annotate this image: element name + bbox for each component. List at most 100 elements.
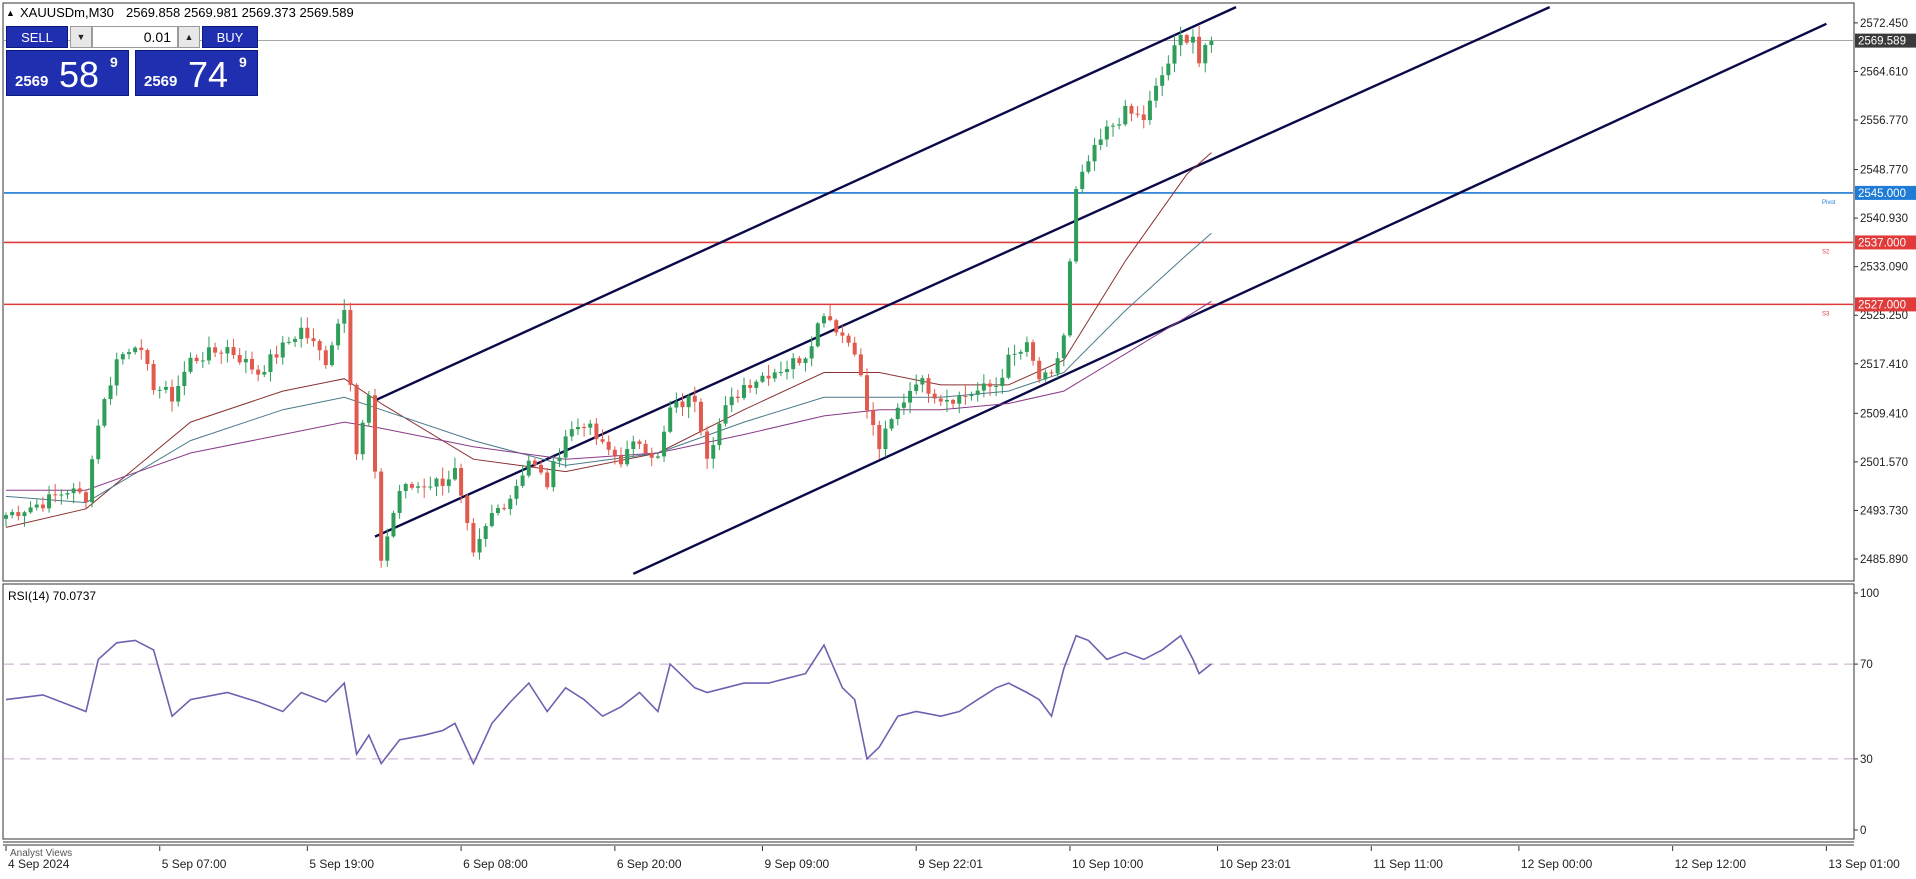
candle-body: [649, 453, 654, 458]
candle-body: [772, 372, 777, 379]
rsi-tick-label: 30: [1860, 754, 1873, 766]
candle-body: [1154, 85, 1159, 101]
price-tick-label: 2509.410: [1860, 408, 1908, 420]
candle-body: [1117, 124, 1122, 126]
candle-body: [16, 512, 21, 517]
candle-body: [188, 357, 193, 372]
candle-body: [96, 425, 101, 460]
candle-body: [975, 390, 980, 395]
candle-body: [846, 335, 851, 343]
trading-chart[interactable]: Pivot S2 S3 2572.450 2564.610 2556.770 2548.7…: [0, 0, 1916, 874]
level-tag-1: S2: [1822, 249, 1830, 255]
candle-body: [1049, 372, 1054, 374]
candle-body: [403, 484, 408, 492]
candle-body: [582, 426, 587, 428]
candle-body: [563, 436, 568, 458]
chart-canvas[interactable]: Pivot S2 S3 2572.450 2564.610 2556.770 2548.7…: [0, 0, 1916, 874]
footer-label: Analyst Views: [10, 848, 72, 859]
price-tick-label: 2540.930: [1860, 213, 1908, 225]
candle-body: [723, 405, 728, 424]
candle-body: [256, 369, 261, 375]
candle-body: [446, 479, 451, 486]
candle-body: [994, 385, 999, 387]
time-tick-label: 9 Sep 09:00: [764, 857, 829, 871]
candle-body: [452, 467, 457, 480]
candle: [329, 341, 334, 367]
candle-body: [981, 383, 986, 391]
candle-body: [194, 357, 199, 362]
candle-body: [625, 449, 630, 465]
candle-body: [268, 354, 273, 373]
candle: [151, 360, 156, 395]
level-price-label-1: 2537.000: [1858, 237, 1906, 249]
candle-body: [102, 399, 107, 426]
candle-body: [1043, 372, 1048, 380]
candle-body: [686, 395, 691, 408]
candle-body: [77, 488, 82, 493]
sell-price-big: 58: [59, 54, 100, 95]
candle-body: [778, 372, 783, 374]
rsi-title: RSI(14) 70.0737: [8, 589, 96, 603]
rsi-tick-label: 100: [1860, 588, 1879, 600]
candle-body: [1147, 100, 1152, 121]
candle-body: [502, 508, 507, 510]
candle-body: [1080, 171, 1085, 189]
buy-price-button[interactable]: 2569 74 9: [135, 50, 258, 96]
candle-body: [717, 423, 722, 446]
current-price-label: 2569.589: [1858, 36, 1906, 48]
ohlc-label: 2569.858 2569.981 2569.373 2569.589: [126, 5, 354, 20]
candle-body: [797, 358, 802, 364]
candle-body: [348, 309, 353, 385]
candle-body: [1166, 63, 1171, 76]
candle-body: [1061, 335, 1066, 359]
candle-body: [354, 384, 359, 455]
volume-up-icon[interactable]: ▲: [178, 26, 200, 48]
candle: [379, 468, 384, 568]
candle-body: [83, 492, 88, 503]
candle: [551, 455, 556, 492]
candle-body: [176, 386, 181, 402]
candle-body: [988, 383, 992, 387]
candle-body: [10, 512, 15, 516]
candle: [102, 397, 107, 428]
candle-body: [262, 372, 267, 375]
candle-body: [1098, 139, 1103, 145]
candle-body: [28, 507, 33, 513]
candle-body: [883, 428, 888, 450]
candle-body: [508, 498, 513, 510]
candle-body: [90, 459, 95, 503]
candle-body: [213, 347, 218, 353]
candle-body: [317, 341, 322, 351]
candle-body: [182, 371, 187, 387]
sell-button[interactable]: SELL: [6, 26, 68, 48]
level-price-label-2: 2527.000: [1858, 299, 1906, 311]
candle-body: [926, 378, 931, 394]
candle-body: [619, 455, 623, 465]
candle-body: [243, 358, 248, 363]
candle-body: [606, 441, 611, 450]
sell-price-button[interactable]: 2569 58 9: [6, 50, 129, 96]
candle: [698, 398, 703, 436]
candle-body: [1067, 261, 1072, 336]
candle-body: [871, 410, 876, 426]
candle-body: [428, 486, 433, 488]
candle-body: [735, 396, 740, 398]
buy-button[interactable]: BUY: [202, 26, 258, 48]
candle-body: [1184, 35, 1189, 43]
candle-body: [889, 419, 894, 429]
candle: [471, 518, 476, 557]
volume-down-icon[interactable]: ▼: [70, 26, 92, 48]
candle-body: [932, 393, 937, 399]
candle-body: [440, 478, 445, 486]
candle: [90, 455, 95, 508]
candle-body: [760, 375, 765, 382]
volume-input[interactable]: [92, 26, 178, 48]
candle-body: [71, 488, 76, 494]
candle-body: [1006, 354, 1011, 378]
candle-body: [329, 345, 334, 366]
candle: [360, 419, 365, 461]
candle-body: [674, 401, 679, 408]
candle-body: [840, 332, 845, 336]
candle-body: [575, 426, 580, 430]
candle-body: [957, 395, 962, 404]
